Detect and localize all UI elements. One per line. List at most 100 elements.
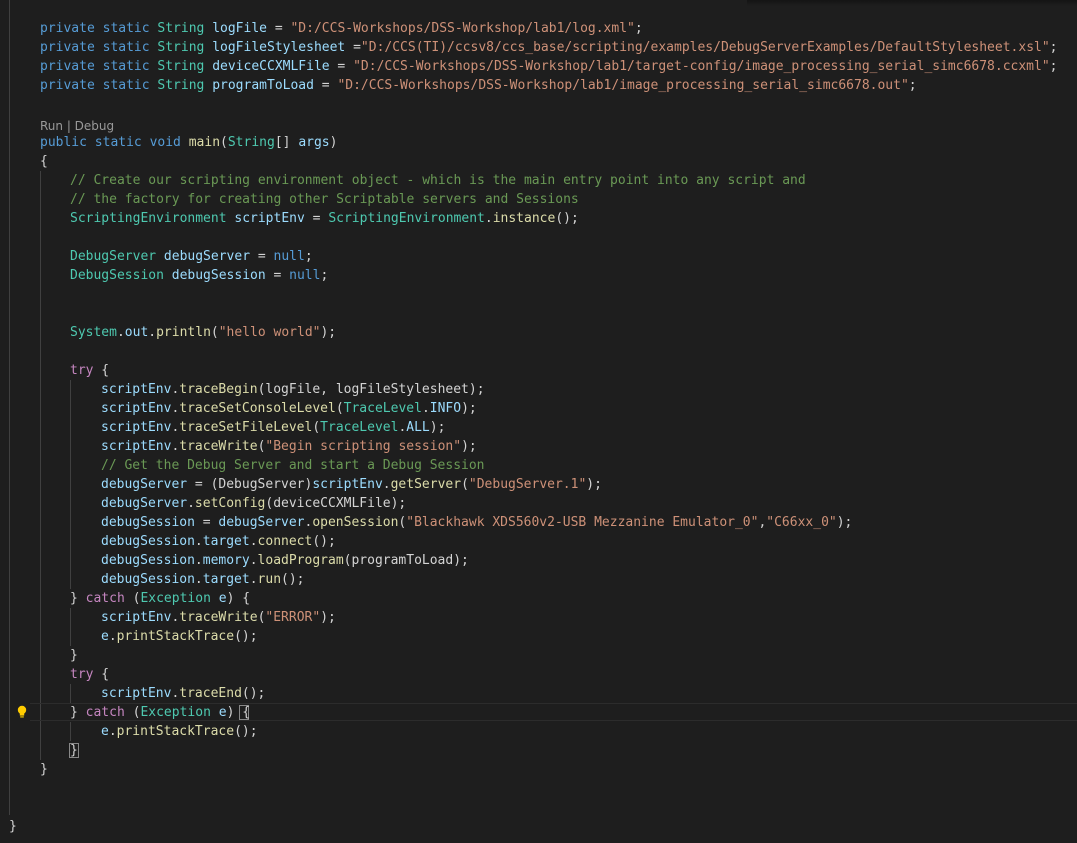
- code-token: e: [101, 724, 109, 739]
- code-token: debugServer: [101, 477, 188, 492]
- code-line[interactable]: e.printStackTrace();: [101, 722, 258, 741]
- lightbulb-icon[interactable]: [14, 703, 30, 721]
- code-token: ;: [320, 268, 329, 283]
- code-token: .: [484, 211, 493, 226]
- code-line[interactable]: DebugSession debugSession = null;: [70, 266, 328, 285]
- code-token: DebugServer: [70, 249, 164, 264]
- code-token: target: [202, 572, 250, 587]
- indent-guide: [40, 171, 41, 760]
- code-token: .: [249, 572, 258, 587]
- code-line[interactable]: }: [40, 760, 48, 779]
- code-token: logFile: [212, 21, 267, 36]
- code-token: }: [9, 819, 17, 834]
- code-token: "D:/CCS-Workshops/DSS-Workshop/lab1/imag…: [337, 78, 909, 93]
- code-line[interactable]: public static void main(String[] args): [40, 133, 337, 152]
- code-line[interactable]: }: [9, 817, 17, 836]
- code-line[interactable]: scriptEnv.traceWrite("ERROR");: [101, 608, 336, 627]
- code-token: scriptEnv: [101, 382, 172, 397]
- code-token: debugServer: [163, 249, 251, 264]
- code-token: ();: [312, 534, 336, 549]
- code-line[interactable]: {: [40, 152, 48, 171]
- code-token: ;: [1049, 59, 1058, 74]
- code-line[interactable]: try {: [70, 665, 109, 684]
- code-token: String: [227, 135, 275, 150]
- code-line[interactable]: debugServer = (DebugServer)scriptEnv.get…: [101, 475, 602, 494]
- code-token: ();: [555, 211, 579, 226]
- code-line[interactable]: }: [70, 646, 78, 665]
- codelens-run-debug[interactable]: Run | Debug: [40, 118, 114, 134]
- code-token: String: [157, 59, 213, 74]
- code-line[interactable]: // the factory for creating other Script…: [70, 190, 579, 209]
- code-line[interactable]: ScriptingEnvironment scriptEnv = Scripti…: [70, 209, 579, 228]
- code-line[interactable]: debugSession = debugServer.openSession("…: [101, 513, 852, 532]
- code-token: .: [382, 477, 391, 492]
- code-token: ALL: [406, 420, 430, 435]
- code-token: scriptEnv: [101, 401, 172, 416]
- code-line[interactable]: System.out.println("hello world");: [70, 323, 336, 342]
- code-token: private static: [40, 59, 158, 74]
- code-token: ();: [234, 724, 258, 739]
- code-token: e: [218, 705, 227, 720]
- code-line[interactable]: // Get the Debug Server and start a Debu…: [101, 456, 485, 475]
- code-line[interactable]: private static String deviceCCXMLFile = …: [40, 57, 1058, 76]
- code-token: // the factory for creating other Script…: [70, 192, 579, 207]
- code-line[interactable]: private static String logFile = "D:/CCS-…: [40, 19, 643, 38]
- code-token: scriptEnv: [101, 686, 172, 701]
- code-token: setConfig: [194, 496, 266, 511]
- code-token: main: [188, 135, 221, 150]
- code-line[interactable]: }: [70, 741, 78, 760]
- code-line[interactable]: scriptEnv.traceEnd();: [101, 684, 265, 703]
- code-token: try: [70, 363, 94, 378]
- code-token: }: [70, 743, 78, 758]
- code-token: .: [108, 629, 117, 644]
- code-token: println: [156, 325, 211, 340]
- code-token: String: [157, 78, 213, 93]
- code-token: private static: [40, 78, 158, 93]
- code-token: e: [218, 591, 227, 606]
- code-token: .: [187, 496, 195, 511]
- code-token: memory: [202, 553, 250, 568]
- code-token: "Blackhawk XDS560v2-USB Mezzanine Emulat…: [406, 515, 759, 530]
- code-token: (: [335, 401, 344, 416]
- code-line[interactable]: } catch (Exception e) {: [70, 703, 250, 722]
- code-token: target: [202, 534, 250, 549]
- code-token: =: [250, 249, 274, 264]
- indent-guide: [70, 684, 71, 703]
- code-line[interactable]: scriptEnv.traceWrite("Begin scripting se…: [101, 437, 477, 456]
- code-token: );: [320, 610, 336, 625]
- code-line[interactable]: scriptEnv. traceSetConsoleLevel(TraceLeve…: [101, 399, 477, 418]
- code-token: null: [273, 249, 305, 264]
- code-token: debugSession: [101, 572, 195, 587]
- code-line[interactable]: debugSession.target.run();: [101, 570, 305, 589]
- code-line[interactable]: private static String logFileStylesheet …: [40, 38, 1058, 57]
- code-token: printStackTrace: [116, 724, 235, 739]
- code-token: (: [461, 477, 469, 492]
- code-token: (: [124, 591, 141, 606]
- code-token: traceSetConsoleLevel: [179, 401, 336, 416]
- code-token: Exception: [140, 705, 211, 720]
- code-line[interactable]: try {: [70, 361, 109, 380]
- code-token: }: [70, 648, 78, 663]
- code-token: (programToLoad);: [343, 553, 469, 568]
- code-token: // Get the Debug Server and start a Debu…: [101, 458, 485, 473]
- code-token: debugSession: [101, 553, 195, 568]
- code-line[interactable]: debugSession.memory.loadProgram(programT…: [101, 551, 469, 570]
- code-token: ): [329, 135, 338, 150]
- code-token: .: [148, 325, 157, 340]
- code-line[interactable]: } catch (Exception e) {: [70, 589, 250, 608]
- code-line[interactable]: scriptEnv.traceBegin(logFile, logFileSty…: [101, 380, 485, 399]
- code-line[interactable]: scriptEnv.traceSetFileLevel(TraceLevel.A…: [101, 418, 445, 437]
- code-token: {: [93, 667, 110, 682]
- code-line[interactable]: e.printStackTrace();: [101, 627, 258, 646]
- code-token: connect: [257, 534, 313, 549]
- code-editor[interactable]: Run | Debug private static String logFil…: [0, 0, 1077, 843]
- code-line[interactable]: // Create our scripting environment obje…: [70, 171, 806, 190]
- code-line[interactable]: private static String programToLoad = "D…: [40, 76, 917, 95]
- code-line[interactable]: debugSession.target.connect();: [101, 532, 336, 551]
- code-token: );: [586, 477, 602, 492]
- code-line[interactable]: debugServer.setConfig(deviceCCXMLFile);: [101, 494, 406, 513]
- scroll-shadow: [747, 0, 1077, 6]
- code-line[interactable]: DebugServer debugServer = null;: [70, 247, 313, 266]
- code-token: (: [210, 325, 219, 340]
- code-token: ;: [634, 21, 643, 36]
